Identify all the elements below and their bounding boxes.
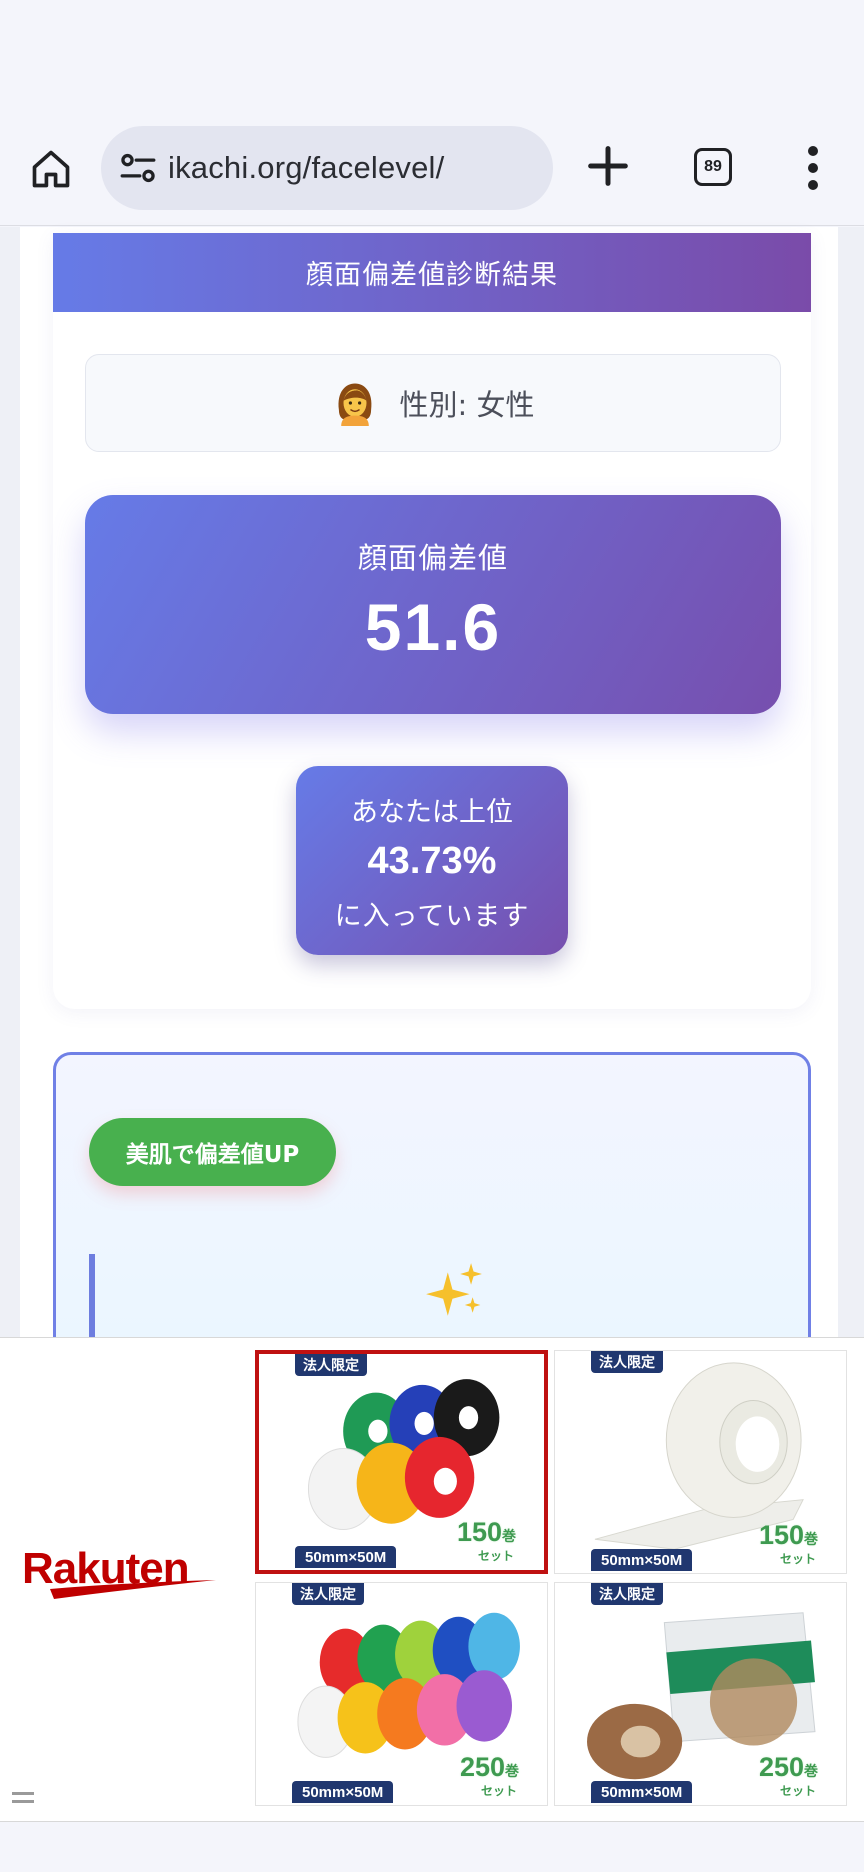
- product-tile-4[interactable]: 法人限定 250巻 セット 50mm×50M: [554, 1582, 847, 1806]
- home-icon: [32, 150, 70, 188]
- product-qty-set: セット: [480, 1784, 517, 1798]
- product-qty-set: セット: [779, 1784, 816, 1798]
- product-size: 50mm×50M: [591, 1781, 693, 1803]
- product-qty: 250巻: [758, 1752, 818, 1782]
- product-tile-3[interactable]: 法人限定 250巻 セット 50mm×50M: [255, 1582, 548, 1806]
- product-qty-set: セット: [477, 1549, 514, 1563]
- page-margin-left: [0, 227, 20, 1337]
- address-bar[interactable]: ikachi.org/facelevel/: [101, 126, 553, 210]
- sparkles-icon: [426, 1263, 482, 1316]
- page-content: 顔面偏差値診断結果 性別: 女性 顔面偏差値 51.6 あなたは上位 43.73…: [20, 227, 838, 1374]
- product-tile-2[interactable]: 法人限定 150巻 セット 50mm×50M: [554, 1350, 847, 1574]
- home-button[interactable]: [22, 140, 80, 198]
- browser-toolbar: ikachi.org/facelevel/ 89: [0, 100, 864, 226]
- ad-menu-icon[interactable]: [12, 1792, 34, 1806]
- product-size: 50mm×50M: [591, 1549, 693, 1571]
- woman-emoji-icon: [338, 383, 371, 426]
- gender-text: 性別: 女性: [399, 388, 535, 422]
- product-tag: 法人限定: [591, 1583, 663, 1605]
- score-box: 顔面偏差値 51.6: [85, 495, 781, 714]
- tab-switcher-button[interactable]: 89: [694, 148, 732, 186]
- page-margin-right: [838, 227, 864, 1337]
- url-text[interactable]: ikachi.org/facelevel/: [168, 150, 444, 186]
- product-qty: 150巻: [758, 1520, 818, 1550]
- skin-tips-card: 美肌で偏差値UP: [53, 1052, 811, 1374]
- gender-box: 性別: 女性: [85, 354, 781, 452]
- product-tag: 法人限定: [295, 1354, 367, 1376]
- product-size: 50mm×50M: [292, 1781, 394, 1803]
- ad-banner[interactable]: Rakuten 法人限定 150巻 セット 50mm×50M 法人限定 150巻…: [0, 1337, 864, 1822]
- rank-prefix: あなたは上位: [351, 797, 513, 828]
- site-settings-icon[interactable]: [117, 147, 159, 189]
- product-qty: 250巻: [459, 1752, 519, 1782]
- product-qty: 150巻: [456, 1517, 516, 1547]
- score-value: 51.6: [364, 590, 502, 664]
- product-tile-1[interactable]: 法人限定 150巻 セット 50mm×50M: [255, 1350, 548, 1574]
- new-tab-icon[interactable]: [582, 140, 634, 192]
- rank-percent: 43.73%: [367, 840, 497, 882]
- product-tag: 法人限定: [591, 1351, 663, 1373]
- product-qty-set: セット: [779, 1552, 816, 1566]
- tab-count: 89: [704, 158, 722, 175]
- more-menu-icon[interactable]: [800, 144, 828, 192]
- rank-box: あなたは上位 43.73% に入っています: [296, 766, 568, 955]
- rank-suffix: に入っています: [334, 901, 530, 932]
- score-label: 顔面偏差値: [357, 541, 508, 575]
- result-card: 顔面偏差値診断結果 性別: 女性 顔面偏差値 51.6 あなたは上位 43.73…: [53, 233, 811, 1009]
- result-header: 顔面偏差値診断結果: [53, 233, 811, 312]
- product-tag: 法人限定: [292, 1583, 364, 1605]
- skin-tips-badge: 美肌で偏差値UP: [89, 1118, 336, 1186]
- rakuten-logo[interactable]: Rakuten: [20, 1543, 220, 1613]
- status-bar-area: [0, 0, 864, 100]
- product-size: 50mm×50M: [295, 1546, 397, 1568]
